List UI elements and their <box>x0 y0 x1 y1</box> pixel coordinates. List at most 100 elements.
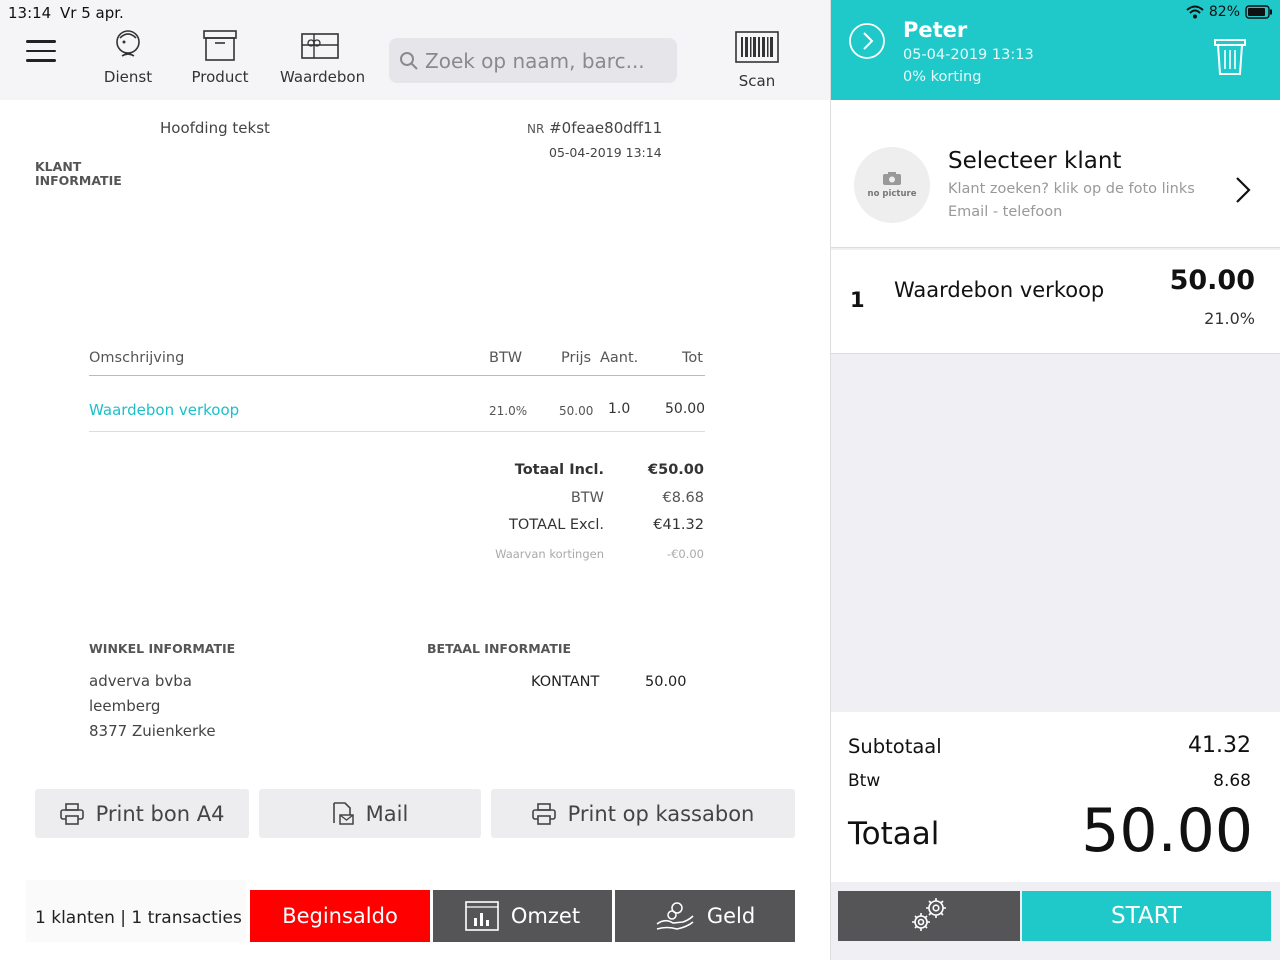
item-price: 50.00 <box>1169 265 1255 296</box>
dienst-label: Dienst <box>103 68 153 86</box>
start-label: START <box>1111 903 1182 929</box>
battery-icon <box>1245 5 1272 19</box>
store-line: leemberg <box>89 697 161 715</box>
geld-label: Geld <box>706 904 756 928</box>
order-discount: 0% korting <box>903 69 982 85</box>
subtotal-value: 41.32 <box>1188 733 1251 758</box>
status-indicators: 82% <box>1186 4 1273 20</box>
col-tot: Tot <box>682 350 703 366</box>
nr-value: #0feae80dff11 <box>549 119 663 137</box>
col-btw: BTW <box>489 350 523 366</box>
print-kassabon-button[interactable]: Print op kassabon <box>491 789 795 838</box>
search-input[interactable] <box>425 38 669 83</box>
box-icon <box>203 30 237 61</box>
item-qty: 1 <box>850 288 865 312</box>
client-contact: Email - telefoon <box>948 204 1063 220</box>
order-datetime: 05-04-2019 13:13 <box>903 47 1034 63</box>
battery-percent: 82% <box>1208 4 1240 20</box>
subtotal-label: Subtotaal <box>848 735 942 758</box>
order-line-item[interactable]: 1 Waardebon verkoop 50.00 21.0% <box>831 250 1280 354</box>
discount-value: -€0.00 <box>666 547 704 561</box>
btw-label: Btw <box>848 771 881 791</box>
waardebon-button[interactable]: Waardebon <box>280 28 366 86</box>
no-picture-text: no picture <box>867 189 917 199</box>
omzet-button[interactable]: Omzet <box>433 890 612 942</box>
item-name: Waardebon verkoop <box>894 278 1105 302</box>
pay-method: KONTANT <box>531 674 600 690</box>
client-photo-button[interactable]: no picture <box>854 147 930 223</box>
wifi-icon <box>1186 5 1204 19</box>
order-pane: Peter 05-04-2019 13:13 0% korting 82% no… <box>830 0 1280 960</box>
total-incl-value: €50.00 <box>648 462 704 478</box>
receipt-pane: 13:14 Vr 5 apr. Dienst Product Waardebon… <box>0 0 830 960</box>
printer-icon <box>59 802 84 825</box>
row-tot: 50.00 <box>665 401 706 417</box>
col-desc: Omschrijving <box>89 350 185 366</box>
printer-icon <box>531 802 556 825</box>
row-prijs: 50.00 <box>559 404 594 418</box>
gift-card-icon <box>301 33 339 59</box>
dienst-button[interactable]: Dienst <box>88 28 168 86</box>
select-client-title: Selecteer klant <box>948 148 1122 174</box>
transaction-summary-text: 1 klanten | 1 transacties <box>35 908 242 928</box>
chevron-circle-icon[interactable] <box>848 22 886 60</box>
client-hint: Klant zoeken? klik op de foto links <box>948 181 1195 197</box>
receipt-heading: Hoofding tekst <box>160 119 270 137</box>
product-label: Product <box>191 68 249 86</box>
winkel-info-title: WINKEL INFORMATIE <box>89 641 236 656</box>
store-line: 8377 Zuienkerke <box>89 722 216 740</box>
row-btw: 21.0% <box>489 404 528 418</box>
betaal-info-title: BETAAL INFORMATIE <box>427 641 572 656</box>
top-toolbar: 13:14 Vr 5 apr. Dienst Product Waardebon… <box>0 0 830 100</box>
geld-button[interactable]: Geld <box>615 890 795 942</box>
barcode-icon <box>735 31 779 63</box>
customer-name: Peter <box>903 18 968 42</box>
search-box[interactable] <box>389 38 677 83</box>
service-icon <box>116 30 140 57</box>
menu-icon[interactable] <box>26 40 56 62</box>
total-excl-label: TOTAAL Excl. <box>508 517 604 533</box>
omzet-label: Omzet <box>510 904 581 928</box>
order-header: Peter 05-04-2019 13:13 0% korting 82% <box>831 0 1280 100</box>
col-prijs: Prijs <box>561 350 592 366</box>
col-aant: Aant. <box>600 350 639 366</box>
mail-button[interactable]: Mail <box>259 789 481 838</box>
divider <box>89 375 705 376</box>
total-incl-label: Totaal Incl. <box>514 462 604 478</box>
receipt-number: NR #0feae80dff11 <box>527 119 662 137</box>
nr-prefix: NR <box>527 122 545 136</box>
print-a4-button[interactable]: Print bon A4 <box>35 789 249 838</box>
order-totals: Subtotaal 41.32 Btw 8.68 Totaal 50.00 <box>831 712 1280 882</box>
search-icon <box>400 52 418 70</box>
product-button[interactable]: Product <box>180 28 260 86</box>
mail-label: Mail <box>365 801 409 826</box>
klant-info-title: KLANT INFORMATIE <box>35 159 122 188</box>
total-excl-value: €41.32 <box>653 517 704 533</box>
gears-icon <box>912 898 946 931</box>
beginsaldo-button[interactable]: Beginsaldo <box>250 890 430 942</box>
transaction-summary: 1 klanten | 1 transacties <box>26 880 246 942</box>
select-client-row[interactable]: no picture Selecteer klant Klant zoeken?… <box>831 100 1280 248</box>
scan-label: Scan <box>738 72 776 90</box>
settings-button[interactable] <box>838 891 1020 941</box>
trash-icon[interactable] <box>1213 36 1247 76</box>
camera-icon <box>883 172 901 185</box>
btw-value: 8.68 <box>1213 771 1251 791</box>
discount-label: Waarvan kortingen <box>495 547 604 561</box>
pay-amount: 50.00 <box>645 674 687 690</box>
print-a4-label: Print bon A4 <box>95 801 225 826</box>
chevron-right-icon <box>1236 177 1251 203</box>
total-value: 50.00 <box>1081 796 1253 866</box>
waardebon-label: Waardebon <box>280 68 366 86</box>
status-time: 13:14 <box>8 4 52 22</box>
status-date: Vr 5 apr. <box>60 4 124 22</box>
total-label: Totaal <box>848 816 940 852</box>
scan-button[interactable]: Scan <box>717 28 797 90</box>
start-button[interactable]: START <box>1022 891 1271 941</box>
item-vat: 21.0% <box>1204 309 1255 328</box>
row-aant: 1.0 <box>608 401 631 417</box>
row-desc-link[interactable]: Waardebon verkoop <box>89 401 239 419</box>
btw-label: BTW <box>570 490 604 506</box>
print-kassabon-label: Print op kassabon <box>567 801 755 826</box>
beginsaldo-label: Beginsaldo <box>282 904 398 928</box>
